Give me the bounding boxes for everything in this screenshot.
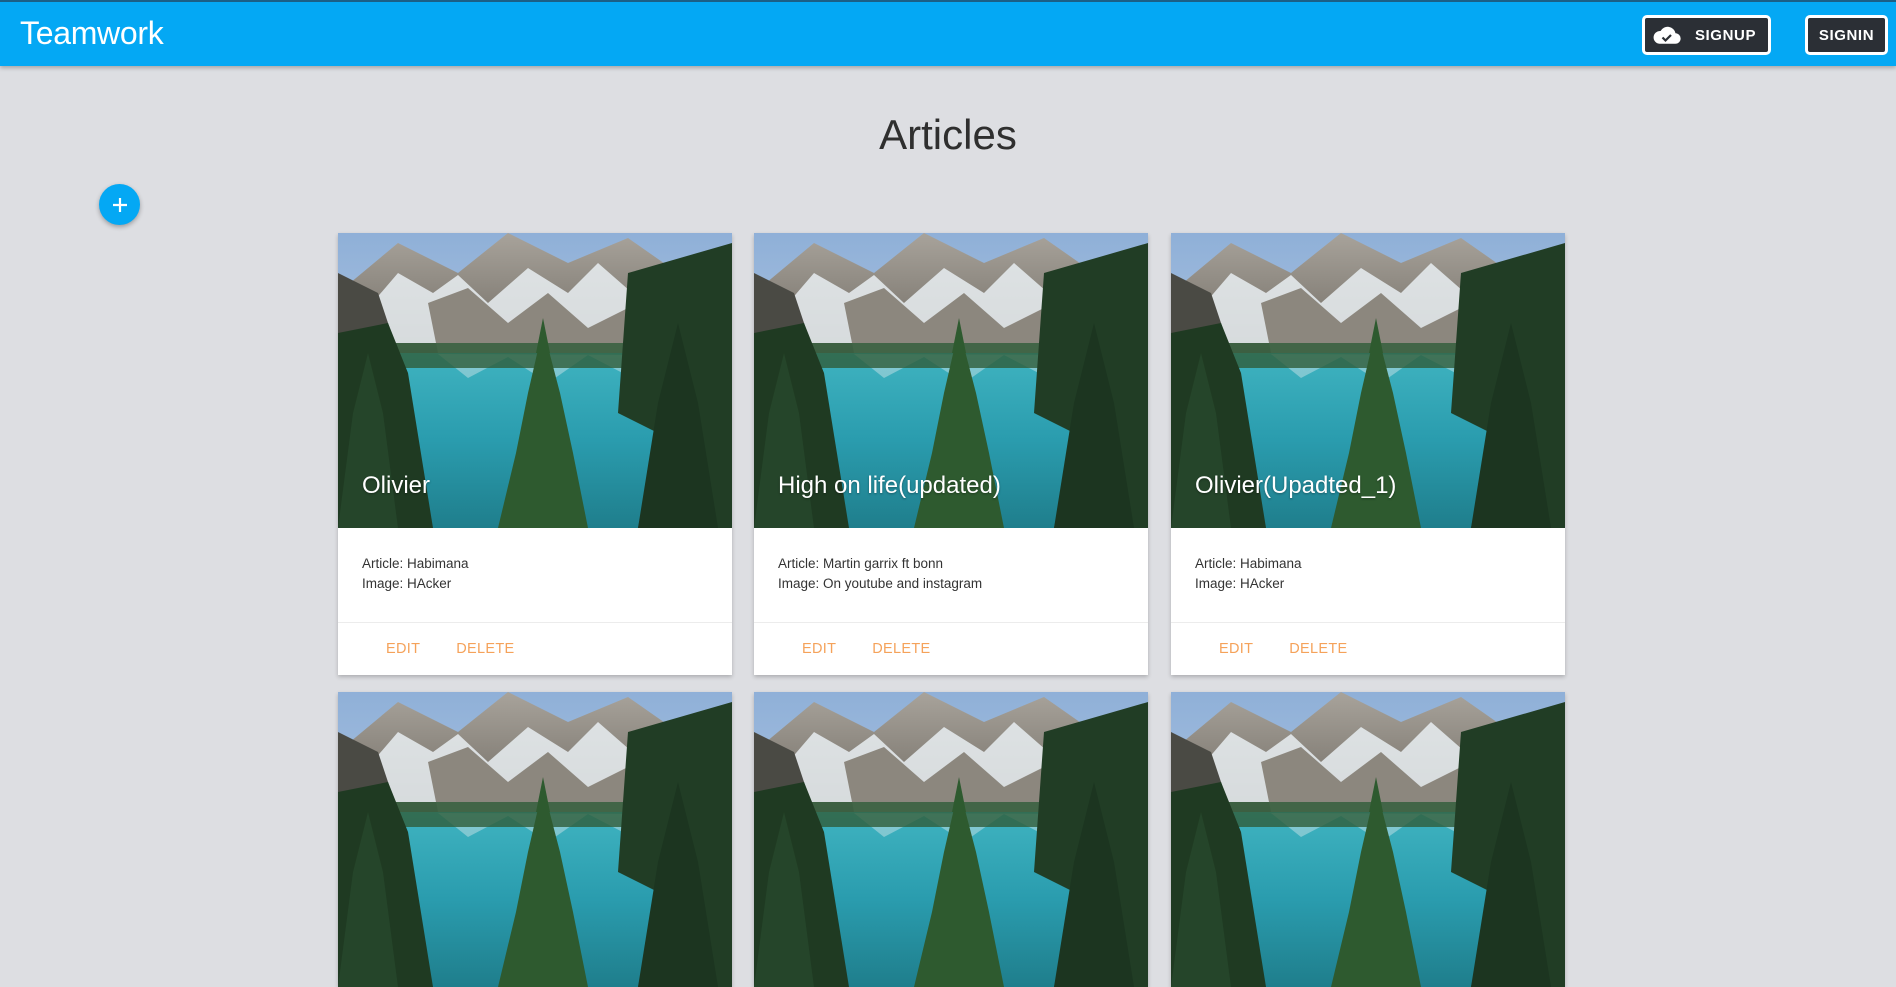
article-image-credit: Image: On youtube and instagram [778, 576, 983, 591]
signup-button[interactable]: SIGNUP [1642, 15, 1771, 55]
article-card: High on life(updated) Article: Martin ga… [754, 233, 1148, 675]
article-card [754, 692, 1148, 987]
article-card [338, 692, 732, 987]
article-image [754, 692, 1148, 987]
brand-logo[interactable]: Teamwork [20, 15, 164, 52]
article-image-credit: Image: HAcker [1195, 576, 1285, 591]
article-title: Olivier(Upadted_1) [1195, 472, 1397, 499]
article-author: Article: Habimana [1195, 556, 1302, 571]
article-author: Article: Martin garrix ft bonn [778, 556, 944, 571]
article-content: Article: Habimana Image: HAcker [338, 528, 732, 623]
signin-button[interactable]: SIGNIN [1805, 15, 1888, 55]
article-card [1171, 692, 1565, 987]
article-image-credit: Image: HAcker [362, 576, 452, 591]
article-content: Article: Habimana Image: HAcker [1171, 528, 1565, 623]
card-actions: EDIT DELETE [338, 623, 732, 675]
article-image [1171, 692, 1565, 987]
article-title: Olivier [362, 472, 431, 499]
plus-icon [112, 197, 127, 212]
article-title: High on life(updated) [778, 472, 1001, 499]
edit-button[interactable]: EDIT [1219, 641, 1253, 657]
article-image [338, 692, 732, 987]
page-title: Articles [879, 111, 1017, 158]
edit-button[interactable]: EDIT [802, 641, 836, 657]
card-actions: EDIT DELETE [1171, 623, 1565, 675]
card-actions: EDIT DELETE [754, 623, 1148, 675]
article-card: Olivier Article: Habimana Image: HAcker … [338, 233, 732, 675]
edit-button[interactable]: EDIT [386, 641, 420, 657]
article-image: Olivier(Upadted_1) [1171, 233, 1565, 528]
article-card: Olivier(Upadted_1) Article: Habimana Ima… [1171, 233, 1565, 675]
article-content: Article: Martin garrix ft bonn Image: On… [754, 528, 1148, 623]
article-image: High on life(updated) [754, 233, 1148, 528]
delete-button[interactable]: DELETE [456, 641, 514, 657]
article-author: Article: Habimana [362, 556, 469, 571]
app-header: Teamwork SIGNUP SIGNIN [0, 0, 1896, 66]
cloud-done-icon [1652, 25, 1681, 45]
add-article-button[interactable] [99, 184, 140, 225]
signin-label: SIGNIN [1818, 26, 1875, 44]
article-image: Olivier [338, 233, 732, 528]
delete-button[interactable]: DELETE [872, 641, 930, 657]
delete-button[interactable]: DELETE [1289, 641, 1347, 657]
signup-label: SIGNUP [1694, 26, 1757, 44]
